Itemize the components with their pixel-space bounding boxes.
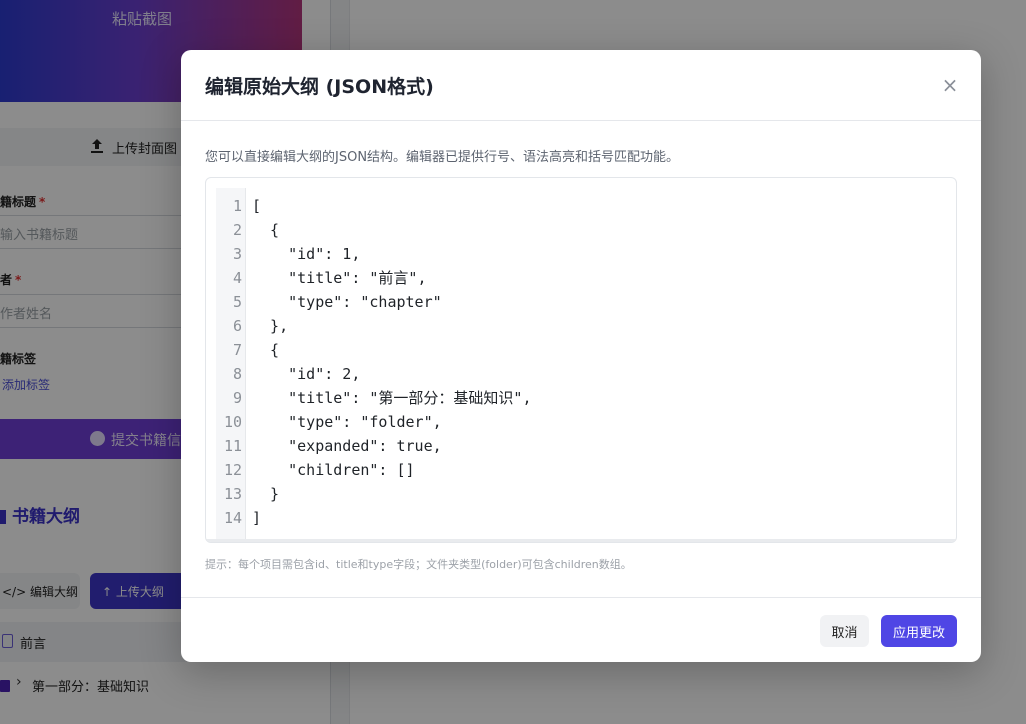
code-text: "type": "chapter" <box>252 293 442 311</box>
code-line: 3 "id": 1, <box>216 242 948 266</box>
line-number: 8 <box>232 365 242 383</box>
edit-outline-json-dialog: 编辑原始大纲 (JSON格式) × 您可以直接编辑大纲的JSON结构。编辑器已提… <box>181 50 981 662</box>
code-text: { <box>252 221 280 239</box>
line-number: 1 <box>232 197 242 215</box>
code-line: 9 "title": "第一部分：基础知识", <box>216 386 948 410</box>
code-line: 1[ <box>216 194 948 218</box>
code-text: { <box>252 341 280 359</box>
code-text: } <box>252 485 280 503</box>
code-text: "expanded": true, <box>252 437 442 455</box>
line-number: 10 <box>223 413 242 431</box>
editor-content[interactable]: 1[ 2 { 3 "id": 1, 4 "title": "前言", 5 "ty… <box>216 188 948 542</box>
line-number: 14 <box>223 509 242 527</box>
line-number: 9 <box>232 389 242 407</box>
code-text: "children": [] <box>252 461 415 479</box>
code-line: 8 "id": 2, <box>216 362 948 386</box>
dialog-title: 编辑原始大纲 (JSON格式) <box>205 76 434 98</box>
code-text: }, <box>252 317 289 335</box>
code-line: 12 "children": [] <box>216 458 948 482</box>
line-number: 3 <box>232 245 242 263</box>
code-text: "title": "前言", <box>252 269 427 287</box>
code-line: 11 "expanded": true, <box>216 434 948 458</box>
code-text: [ <box>252 197 262 215</box>
code-line: 2 { <box>216 218 948 242</box>
line-number: 7 <box>232 341 242 359</box>
code-line: 13 } <box>216 482 948 506</box>
line-number: 12 <box>223 461 242 479</box>
line-number: 13 <box>223 485 242 503</box>
code-text: "type": "folder", <box>252 413 442 431</box>
line-number: 11 <box>223 437 242 455</box>
code-line: 10 "type": "folder", <box>216 410 948 434</box>
json-code-editor[interactable]: 1[ 2 { 3 "id": 1, 4 "title": "前言", 5 "ty… <box>205 177 957 543</box>
dialog-header: 编辑原始大纲 (JSON格式) × <box>181 50 981 121</box>
dialog-footer: 取消 应用更改 <box>181 597 981 662</box>
code-text: "title": "第一部分：基础知识", <box>252 389 532 407</box>
code-line: 14] <box>216 506 948 530</box>
code-text: "id": 2, <box>252 365 361 383</box>
line-number: 4 <box>232 269 242 287</box>
line-number: 6 <box>232 317 242 335</box>
code-line: 7 { <box>216 338 948 362</box>
line-number: 2 <box>232 221 242 239</box>
dialog-description: 您可以直接编辑大纲的JSON结构。编辑器已提供行号、语法高亮和括号匹配功能。 <box>205 150 680 165</box>
code-line: 5 "type": "chapter" <box>216 290 948 314</box>
close-icon[interactable]: × <box>939 74 961 96</box>
line-number: 5 <box>232 293 242 311</box>
dialog-hint: 提示：每个项目需包含id、title和type字段；文件夹类型(folder)可… <box>205 558 632 571</box>
editor-scrollbar-track[interactable] <box>206 539 956 542</box>
cancel-button[interactable]: 取消 <box>820 615 869 647</box>
code-line: 4 "title": "前言", <box>216 266 948 290</box>
code-text: ] <box>252 509 262 527</box>
code-text: "id": 1, <box>252 245 361 263</box>
code-line: 6 }, <box>216 314 948 338</box>
apply-changes-button[interactable]: 应用更改 <box>881 615 957 647</box>
